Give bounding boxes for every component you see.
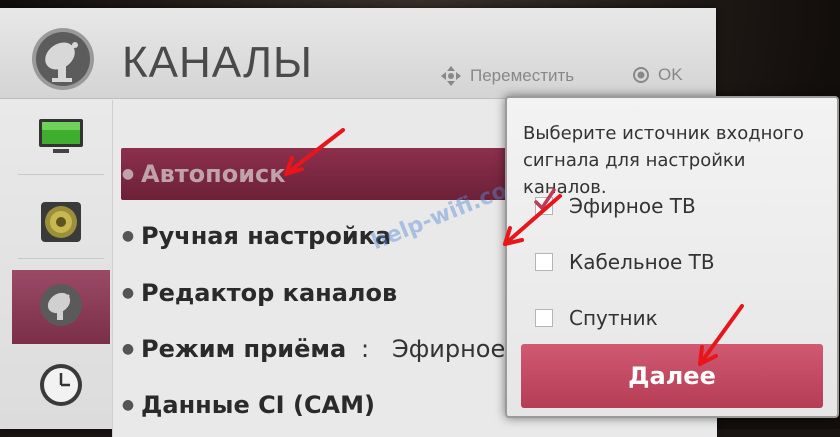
checkmark-icon (534, 188, 556, 217)
navigation-arrows-icon (440, 65, 462, 87)
option-terrestrial[interactable]: Эфирное ТВ (534, 188, 696, 218)
tv-screen-icon (37, 117, 85, 161)
option-label: Кабельное ТВ (569, 250, 715, 274)
move-hint: Переместить (440, 65, 574, 87)
bullet-icon: ● (121, 166, 135, 182)
menu-item-label: Данные CI (CAM) (141, 391, 375, 419)
option-label: Эфирное ТВ (569, 194, 696, 218)
value-separator: : (361, 335, 370, 363)
category-divider (18, 258, 104, 259)
menu-item-label: Автопоиск (141, 160, 286, 188)
bullet-icon: ● (121, 397, 135, 413)
ok-hint-label: OK (658, 65, 683, 84)
clock-icon (38, 362, 84, 412)
checkbox[interactable] (535, 253, 553, 271)
satellite-dish-icon (30, 26, 96, 92)
option-label: Спутник (569, 306, 658, 330)
category-time[interactable] (12, 358, 110, 416)
menu-header: КАНАЛЫ Переместить OK (0, 8, 716, 99)
speaker-icon (39, 200, 83, 248)
bullet-icon: ● (121, 228, 135, 244)
satellite-dish-icon (38, 282, 84, 332)
menu-item-label: Редактор каналов (141, 279, 398, 307)
page-title: КАНАЛЫ (122, 38, 313, 87)
category-picture[interactable] (12, 110, 110, 168)
checkbox[interactable] (535, 309, 553, 327)
bullet-icon: ● (121, 341, 135, 357)
signal-source-dialog: Выберите источник входного сигнала для н… (505, 96, 839, 418)
category-channels[interactable] (12, 270, 110, 344)
next-button[interactable]: Далее (521, 344, 823, 408)
dialog-prompt: Выберите источник входного сигнала для н… (523, 123, 804, 198)
checkbox[interactable] (534, 188, 556, 215)
ok-button-icon (632, 66, 650, 84)
category-sidebar (12, 100, 110, 437)
category-sound[interactable] (12, 195, 110, 253)
bullet-icon: ● (121, 285, 135, 301)
option-satellite[interactable]: Спутник (535, 306, 658, 330)
ok-hint: OK (632, 65, 683, 85)
move-hint-label: Переместить (470, 66, 575, 85)
menu-item-label: Режим приёма (141, 335, 347, 363)
option-cable[interactable]: Кабельное ТВ (535, 250, 715, 274)
category-divider (18, 174, 104, 175)
menu-item-label: Ручная настройка (141, 222, 392, 250)
